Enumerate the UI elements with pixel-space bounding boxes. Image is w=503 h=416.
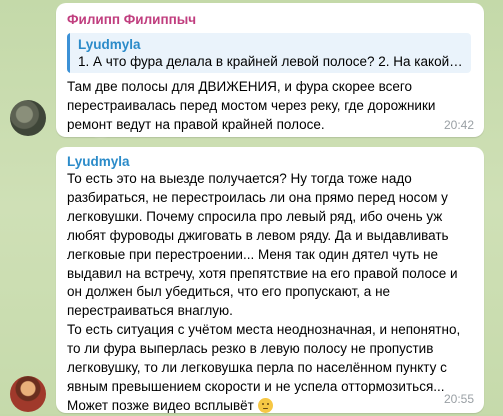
reply-text: 1. А что фура делала в крайней левой пол… bbox=[78, 54, 465, 69]
message-line: То есть это на выезде получается? Ну тог… bbox=[67, 171, 412, 186]
message-line: Может позже видео всплывёт bbox=[67, 397, 479, 416]
message-line: легковые при перестроении... Меня так од… bbox=[67, 246, 439, 262]
message-line: легковушки. Почему спросила про левый ря… bbox=[67, 208, 443, 224]
message-line: Там две полосы для ДВИЖЕНИЯ, и фура скор… bbox=[67, 79, 413, 94]
reply-quote[interactable]: Lyudmyla 1. А что фура делала в крайней … bbox=[67, 33, 471, 73]
reply-author: Lyudmyla bbox=[78, 37, 141, 52]
message-line: явным превышением скорости и не успела о… bbox=[67, 378, 445, 394]
message-line: любят фуроводы джиговать в левом ряду. Д… bbox=[67, 227, 449, 243]
message-bubble: Филипп Филиппыч Lyudmyla 1. А что фура д… bbox=[56, 3, 484, 137]
message-line: он должен был убедиться, что его пропуск… bbox=[67, 284, 391, 300]
message-line: перестраивалась перед мостом через реку,… bbox=[67, 97, 436, 113]
message-line: разбираться, не перестроилась ли она пря… bbox=[67, 189, 448, 205]
message-text: Там две полосы для ДВИЖЕНИЯ, и фура скор… bbox=[67, 78, 479, 135]
message-sender[interactable]: Филипп Филиппыч bbox=[67, 12, 196, 28]
message-bubble: Lyudmyla То есть это на выезде получаетс… bbox=[56, 147, 484, 413]
message-time: 20:42 bbox=[443, 118, 474, 132]
reply-bar bbox=[67, 33, 70, 73]
message-line: выдавил на встречу, хотя препятствие на … bbox=[67, 265, 458, 281]
message-text: То есть это на выезде получается? Ну тог… bbox=[67, 170, 479, 416]
message-line: То есть ситуация с учётом места неоднозн… bbox=[67, 322, 461, 338]
avatar[interactable] bbox=[10, 376, 46, 412]
message-line: легковушку, то ли легковушка перла по на… bbox=[67, 360, 447, 376]
message-line: перестраиваться внаглую. bbox=[67, 303, 233, 319]
avatar[interactable] bbox=[10, 100, 46, 136]
thinking-face-icon bbox=[257, 397, 273, 413]
message-time: 20:55 bbox=[443, 392, 474, 406]
message-line: то ли фура выперлась резко в левую полос… bbox=[67, 341, 434, 357]
message-sender[interactable]: Lyudmyla bbox=[67, 154, 130, 170]
message-line-text: Может позже видео всплывёт bbox=[67, 397, 254, 413]
message-line: ремонт ведут на правой крайней полосе. bbox=[67, 116, 325, 132]
